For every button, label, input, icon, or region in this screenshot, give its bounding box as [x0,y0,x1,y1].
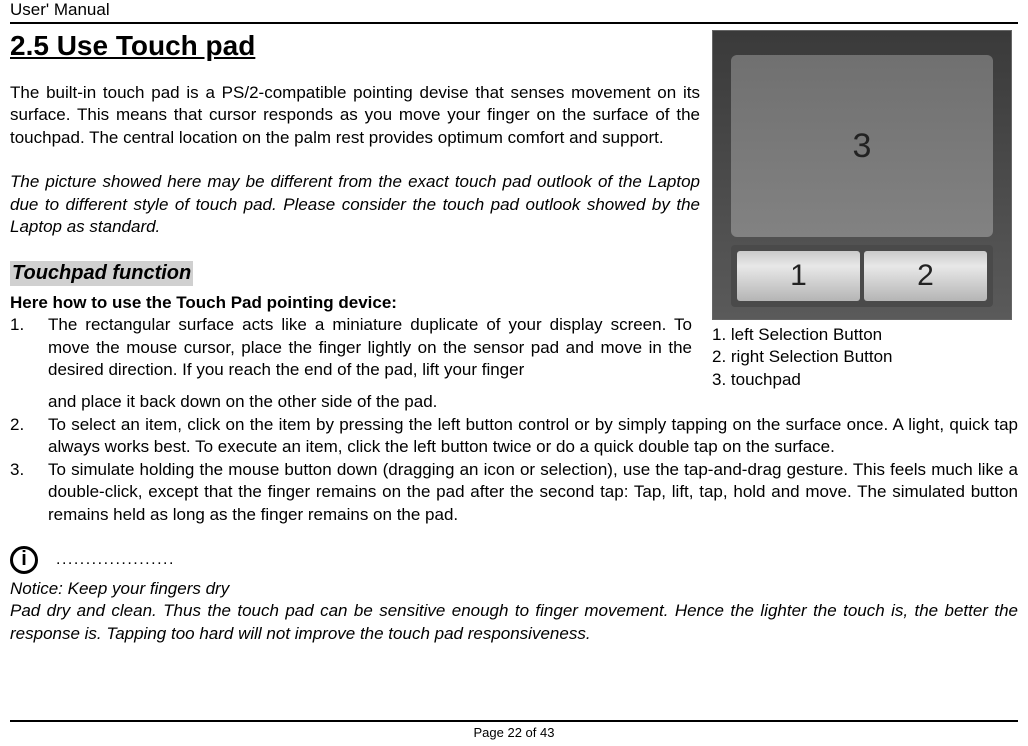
caption-2: 2. right Selection Button [712,346,1018,368]
list-text-1b: and place it back down on the other side… [48,391,1018,413]
page-header: User' Manual [10,0,1018,24]
list-text-1a: The rectangular surface acts like a mini… [48,314,692,381]
main-content-column: 2.5 Use Touch pad The built-in touch pad… [10,30,700,391]
list-number-3: 3. [10,459,48,526]
list-item-1-partB: and place it back down on the other side… [10,391,1018,413]
list-spacer [10,391,48,413]
info-icon: i [10,546,38,574]
touchpad-diagram: 3 1 2 [712,30,1012,320]
italic-note-paragraph: The picture showed here may be different… [10,171,700,238]
list-text-3: To simulate holding the mouse button dow… [48,459,1018,526]
notice-line-2: Pad dry and clean. Thus the touch pad ca… [10,600,1018,645]
list-text-2: To select an item, click on the item by … [48,414,1018,459]
full-width-content: and place it back down on the other side… [10,391,1018,645]
notice-line-1: Notice: Keep your fingers dry [10,578,1018,600]
caption-3: 3. touchpad [712,369,1018,391]
subsection-title: Touchpad function [10,261,193,286]
list-item-3: 3. To simulate holding the mouse button … [10,459,1018,526]
notice-row: i .................... [10,546,1018,574]
caption-1: 1. left Selection Button [712,324,1018,346]
right-button-diagram: 2 [864,251,987,301]
list-number-2: 2. [10,414,48,459]
touchpad-buttons-row: 1 2 [731,245,993,307]
section-title: 2.5 Use Touch pad [10,30,700,62]
list-item-2: 2. To select an item, click on the item … [10,414,1018,459]
page-footer: Page 22 of 43 [10,720,1018,740]
left-button-diagram: 1 [737,251,860,301]
image-column: 3 1 2 1. left Selection Button 2. right … [712,30,1018,391]
list-number-1: 1. [10,314,48,381]
touchpad-surface: 3 [731,55,993,237]
label-3: 3 [853,127,872,166]
list-item-1-partA: 1. The rectangular surface acts like a m… [10,314,692,381]
notice-dots: .................... [56,551,175,569]
how-to-heading: Here how to use the Touch Pad pointing d… [10,292,700,314]
intro-paragraph: The built-in touch pad is a PS/2-compati… [10,82,700,149]
